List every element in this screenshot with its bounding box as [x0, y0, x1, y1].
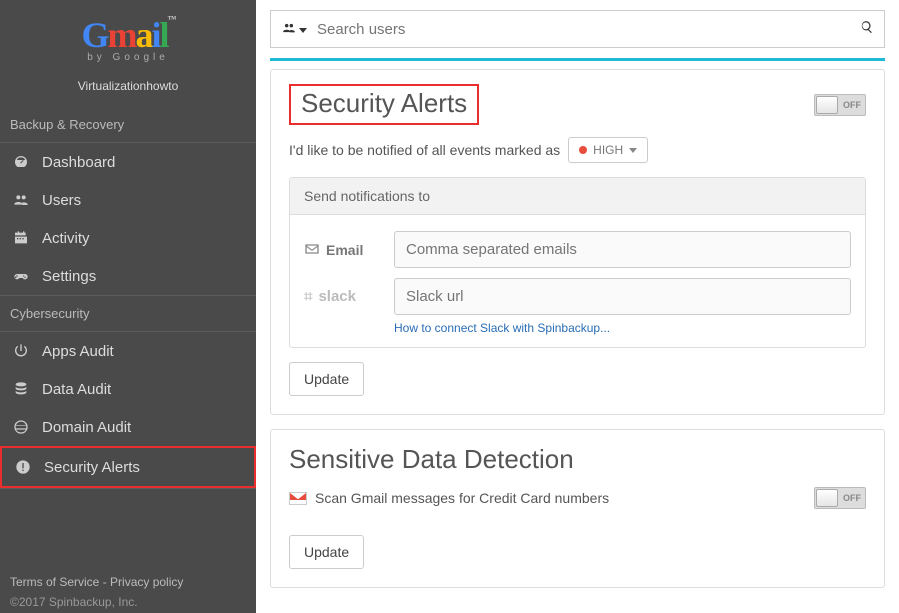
- notifications-box: Send notifications to Email ⌗: [289, 177, 866, 348]
- security-alerts-panel: Security Alerts OFF I'd like to be notif…: [270, 69, 885, 415]
- search-bar: [270, 10, 885, 48]
- scan-text: Scan Gmail messages for Credit Card numb…: [315, 490, 609, 506]
- envelope-icon: [304, 242, 320, 258]
- alert-icon: [14, 458, 32, 476]
- users-icon: [12, 191, 30, 209]
- slack-row: ⌗ slack: [304, 278, 851, 315]
- logo: Gmail™ by Google: [0, 0, 256, 69]
- slack-icon: ⌗: [304, 288, 312, 305]
- email-input[interactable]: [394, 231, 851, 268]
- panel-title-sensitive: Sensitive Data Detection: [289, 444, 574, 475]
- nav-group-cyber: Apps Audit Data Audit Domain Audit Secur…: [0, 332, 256, 489]
- gamepad-icon: [12, 267, 30, 285]
- org-name: Virtualizationhowto: [0, 69, 256, 107]
- by-google-text: by Google: [0, 52, 256, 63]
- nav-label: Data Audit: [42, 381, 111, 398]
- sensitive-data-panel: Sensitive Data Detection Scan Gmail mess…: [270, 429, 885, 588]
- nav-label: Dashboard: [42, 154, 115, 171]
- nav-label: Activity: [42, 230, 90, 247]
- slack-input[interactable]: [394, 278, 851, 315]
- globe-icon: [12, 418, 30, 436]
- nav-label: Users: [42, 192, 81, 209]
- email-label: Email: [304, 242, 380, 258]
- send-notifications-header: Send notifications to: [290, 178, 865, 215]
- nav-users[interactable]: Users: [0, 181, 256, 219]
- red-dot-icon: [579, 146, 587, 154]
- nav-dashboard[interactable]: Dashboard: [0, 143, 256, 181]
- nav-group-backup: Dashboard Users Activity Settings: [0, 143, 256, 296]
- update-button-alerts[interactable]: Update: [289, 362, 364, 396]
- calendar-icon: [12, 229, 30, 247]
- chevron-down-icon: [629, 148, 637, 153]
- privacy-link[interactable]: Privacy policy: [110, 575, 183, 589]
- nav-security-alerts[interactable]: Security Alerts: [0, 446, 256, 488]
- notify-line: I'd like to be notified of all events ma…: [289, 137, 866, 163]
- severity-dropdown[interactable]: HIGH: [568, 137, 648, 163]
- tos-link[interactable]: Terms of Service: [10, 575, 99, 589]
- email-row: Email: [304, 231, 851, 268]
- nav-label: Settings: [42, 268, 96, 285]
- severity-label: HIGH: [593, 143, 623, 157]
- main-content: Security Alerts OFF I'd like to be notif…: [256, 0, 899, 613]
- security-alerts-toggle[interactable]: OFF: [814, 94, 866, 116]
- sidebar: Gmail™ by Google Virtualizationhowto Bac…: [0, 0, 256, 613]
- power-icon: [12, 342, 30, 360]
- footer-links: Terms of Service - Privacy policy: [0, 563, 256, 591]
- nav-apps-audit[interactable]: Apps Audit: [0, 332, 256, 370]
- database-icon: [12, 380, 30, 398]
- divider: [270, 58, 885, 61]
- sensitive-toggle[interactable]: OFF: [814, 487, 866, 509]
- panel-title-security-alerts: Security Alerts: [289, 84, 479, 125]
- nav-data-audit[interactable]: Data Audit: [0, 370, 256, 408]
- slack-help-link[interactable]: How to connect Slack with Spinbackup...: [394, 321, 610, 335]
- copyright: ©2017 Spinbackup, Inc.: [0, 591, 256, 613]
- notify-text: I'd like to be notified of all events ma…: [289, 142, 560, 158]
- toggle-label: OFF: [843, 100, 861, 110]
- section-backup-recovery: Backup & Recovery: [0, 107, 256, 143]
- scan-line: Scan Gmail messages for Credit Card numb…: [289, 487, 866, 509]
- nav-domain-audit[interactable]: Domain Audit: [0, 408, 256, 446]
- nav-settings[interactable]: Settings: [0, 257, 256, 295]
- section-cybersecurity: Cybersecurity: [0, 296, 256, 332]
- search-input[interactable]: [317, 21, 850, 38]
- dashboard-icon: [12, 153, 30, 171]
- update-button-sensitive[interactable]: Update: [289, 535, 364, 569]
- search-icon[interactable]: [860, 20, 874, 38]
- users-dropdown-icon[interactable]: [281, 21, 307, 38]
- nav-label: Security Alerts: [44, 459, 140, 476]
- slack-label: ⌗ slack: [304, 288, 380, 305]
- gmail-logo: Gmail™: [0, 14, 256, 56]
- gmail-icon: [289, 492, 307, 505]
- nav-label: Domain Audit: [42, 419, 131, 436]
- nav-activity[interactable]: Activity: [0, 219, 256, 257]
- nav-label: Apps Audit: [42, 343, 114, 360]
- toggle-label: OFF: [843, 493, 861, 503]
